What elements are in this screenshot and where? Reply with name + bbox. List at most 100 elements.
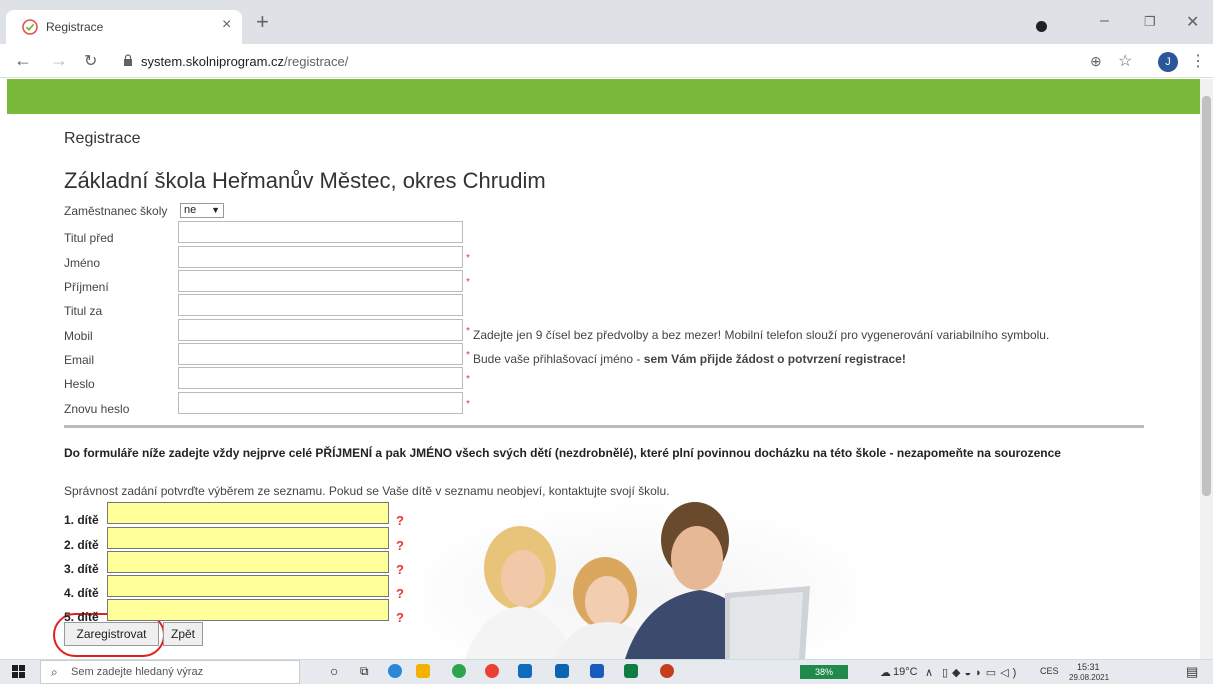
weather-temp[interactable]: 19°C — [893, 666, 918, 678]
child-label: 2. dítě — [64, 538, 99, 552]
help-marker[interactable]: ? — [396, 586, 404, 601]
field-label: Email — [64, 353, 95, 367]
field-hint-bold: sem Vám přijde žádost o potvrzení regist… — [643, 352, 906, 366]
menu-icon[interactable]: ⋮ — [1190, 51, 1206, 71]
scrollbar-thumb[interactable] — [1202, 96, 1211, 496]
school-name: Základní škola Heřmanův Městec, okres Ch… — [64, 168, 546, 193]
field-input[interactable] — [178, 246, 463, 268]
chrome-icon[interactable] — [485, 664, 499, 678]
reload-icon[interactable]: ↻ — [84, 51, 97, 71]
avatar[interactable]: J — [1158, 52, 1178, 72]
tab-close-icon[interactable]: × — [222, 16, 231, 34]
outlook-icon[interactable] — [555, 664, 569, 678]
back-button[interactable]: Zpět — [163, 622, 203, 646]
restore-icon[interactable]: ❐ — [1144, 14, 1156, 30]
taskbar-search[interactable]: ⌕ Sem zadejte hledaný výraz — [40, 660, 300, 684]
field-label: Titul za — [64, 304, 103, 318]
field-label: Mobil — [64, 329, 93, 343]
page-title: Registrace — [64, 130, 141, 147]
url-host: system.skolniprogram.cz — [141, 54, 285, 69]
forward-icon[interactable]: → — [50, 50, 68, 71]
required-marker: * — [466, 326, 470, 337]
help-marker[interactable]: ? — [396, 562, 404, 577]
child-label: 3. dítě — [64, 562, 99, 576]
register-button[interactable]: Zaregistrovat — [64, 622, 159, 646]
mail-icon[interactable] — [518, 664, 532, 678]
search-icon: ⌕ — [51, 665, 58, 679]
file-explorer-icon[interactable] — [416, 664, 430, 678]
chevron-down-icon: ▼ — [211, 205, 220, 215]
url-text: system.skolniprogram.cz/registrace/ — [141, 54, 348, 69]
record-icon[interactable] — [1036, 21, 1047, 32]
field-input[interactable] — [178, 392, 463, 414]
employee-label: Zaměstnanec školy — [64, 204, 168, 218]
child-input[interactable] — [107, 599, 389, 621]
help-marker[interactable]: ? — [396, 538, 404, 553]
window-close-icon[interactable]: ✕ — [1186, 12, 1199, 32]
weather-icon[interactable]: ☁ — [880, 666, 891, 679]
field-input[interactable] — [178, 294, 463, 316]
favicon-check-icon — [22, 19, 38, 35]
excel-icon[interactable] — [624, 664, 638, 678]
task-view-icon[interactable]: ⧉ — [360, 664, 369, 679]
field-hint-text: Zadejte jen 9 čísel bez předvolby a bez … — [473, 328, 1050, 342]
clock-time[interactable]: 15:31 — [1077, 662, 1100, 672]
required-marker: * — [466, 253, 470, 264]
field-label: Jméno — [64, 256, 101, 270]
help-marker[interactable]: ? — [396, 610, 404, 625]
field-input[interactable] — [178, 319, 463, 341]
child-input[interactable] — [107, 502, 389, 524]
field-label: Příjmení — [64, 280, 109, 294]
battery-indicator[interactable]: 38% — [800, 665, 848, 679]
field-label: Znovu heslo — [64, 402, 130, 416]
tray-chevron-icon[interactable]: ∧ — [925, 666, 933, 679]
divider — [64, 425, 1144, 428]
bookmark-star-icon[interactable]: ☆ — [1118, 51, 1132, 71]
field-hint: Bude vaše přihlašovací jméno - sem Vám p… — [473, 352, 906, 366]
field-hint-text: Bude vaše přihlašovací jméno - — [473, 352, 644, 366]
child-input[interactable] — [107, 551, 389, 573]
child-label: 5. dítě — [64, 610, 99, 624]
field-input[interactable] — [178, 270, 463, 292]
lock-icon — [124, 54, 132, 66]
employee-select-value: ne — [184, 204, 197, 216]
browser-tab[interactable]: Registrace × — [6, 10, 242, 44]
children-note: Správnost zadání potvrďte výběrem ze sez… — [64, 484, 670, 498]
clock-date[interactable]: 29.08.2021 — [1069, 673, 1109, 682]
tab-title: Registrace — [46, 20, 104, 34]
employee-select[interactable]: ne ▼ — [180, 203, 224, 218]
new-tab-icon[interactable]: + — [256, 11, 269, 33]
url-path: /registrace/ — [284, 54, 349, 69]
tray-icons[interactable]: ▯◆◒◗▭◁) — [942, 666, 1020, 679]
address-bar[interactable]: system.skolniprogram.cz/registrace/ — [113, 48, 1123, 74]
cortana-icon[interactable]: ○ — [330, 663, 338, 679]
word-icon[interactable] — [590, 664, 604, 678]
whatsapp-icon[interactable] — [452, 664, 466, 678]
edge-icon[interactable] — [388, 664, 402, 678]
child-input[interactable] — [107, 575, 389, 597]
field-label: Heslo — [64, 377, 95, 391]
site-header-bar — [7, 79, 1200, 114]
field-label: Titul před — [64, 231, 114, 245]
powerpoint-icon[interactable] — [660, 664, 674, 678]
child-input[interactable] — [107, 527, 389, 549]
help-marker[interactable]: ? — [396, 513, 404, 528]
browser-toolbar: ← → ↻ system.skolniprogram.cz/registrace… — [0, 44, 1213, 78]
field-input[interactable] — [178, 221, 463, 243]
family-photo — [425, 498, 855, 659]
language-indicator[interactable]: CES — [1040, 666, 1059, 676]
children-instructions: Do formuláře níže zadejte vždy nejprve c… — [64, 446, 1061, 460]
required-marker: * — [466, 399, 470, 410]
child-label: 4. dítě — [64, 586, 99, 600]
windows-start-icon[interactable] — [12, 665, 25, 678]
required-marker: * — [466, 374, 470, 385]
field-hint: Zadejte jen 9 čísel bez předvolby a bez … — [473, 328, 1049, 342]
required-marker: * — [466, 350, 470, 361]
field-input[interactable] — [178, 343, 463, 365]
required-marker: * — [466, 277, 470, 288]
notifications-icon[interactable]: ▤ — [1186, 664, 1198, 680]
zoom-icon[interactable]: ⊕ — [1090, 53, 1102, 70]
minimize-icon[interactable]: – — [1100, 12, 1109, 30]
field-input[interactable] — [178, 367, 463, 389]
back-icon[interactable]: ← — [14, 50, 32, 71]
